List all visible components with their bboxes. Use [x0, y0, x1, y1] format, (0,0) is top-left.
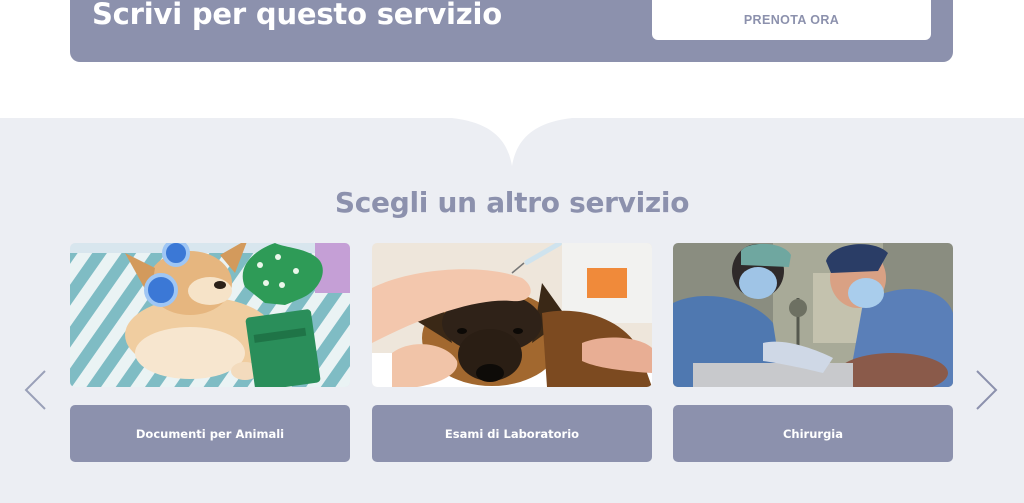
cta-title: Scrivi per questo servizio — [92, 0, 502, 31]
other-services-section: Scegli un altro servizio Documenti per A… — [0, 118, 1024, 503]
section-title: Scegli un altro servizio — [334, 186, 690, 219]
service-card-documents[interactable]: Documenti per Animali — [70, 243, 350, 462]
section-notch-decoration — [452, 118, 572, 166]
book-now-button[interactable]: PRENOTA ORA — [652, 0, 931, 40]
german-shepherd-image — [372, 243, 652, 387]
chevron-left-icon[interactable] — [23, 368, 49, 412]
cta-banner: Scrivi per questo servizio PRENOTA ORA — [70, 0, 953, 62]
service-card-button[interactable]: Esami di Laboratorio — [372, 405, 652, 462]
service-card-image[interactable] — [372, 243, 652, 387]
dog-passport-image — [70, 243, 350, 387]
service-card-image[interactable] — [673, 243, 953, 387]
service-card-lab-tests[interactable]: Esami di Laboratorio — [372, 243, 652, 462]
service-card-button[interactable]: Documenti per Animali — [70, 405, 350, 462]
service-card-button[interactable]: Chirurgia — [673, 405, 953, 462]
chevron-right-icon[interactable] — [973, 368, 999, 412]
service-card-image[interactable] — [70, 243, 350, 387]
surgeons-image — [673, 243, 953, 387]
service-card-surgery[interactable]: Chirurgia — [673, 243, 953, 462]
